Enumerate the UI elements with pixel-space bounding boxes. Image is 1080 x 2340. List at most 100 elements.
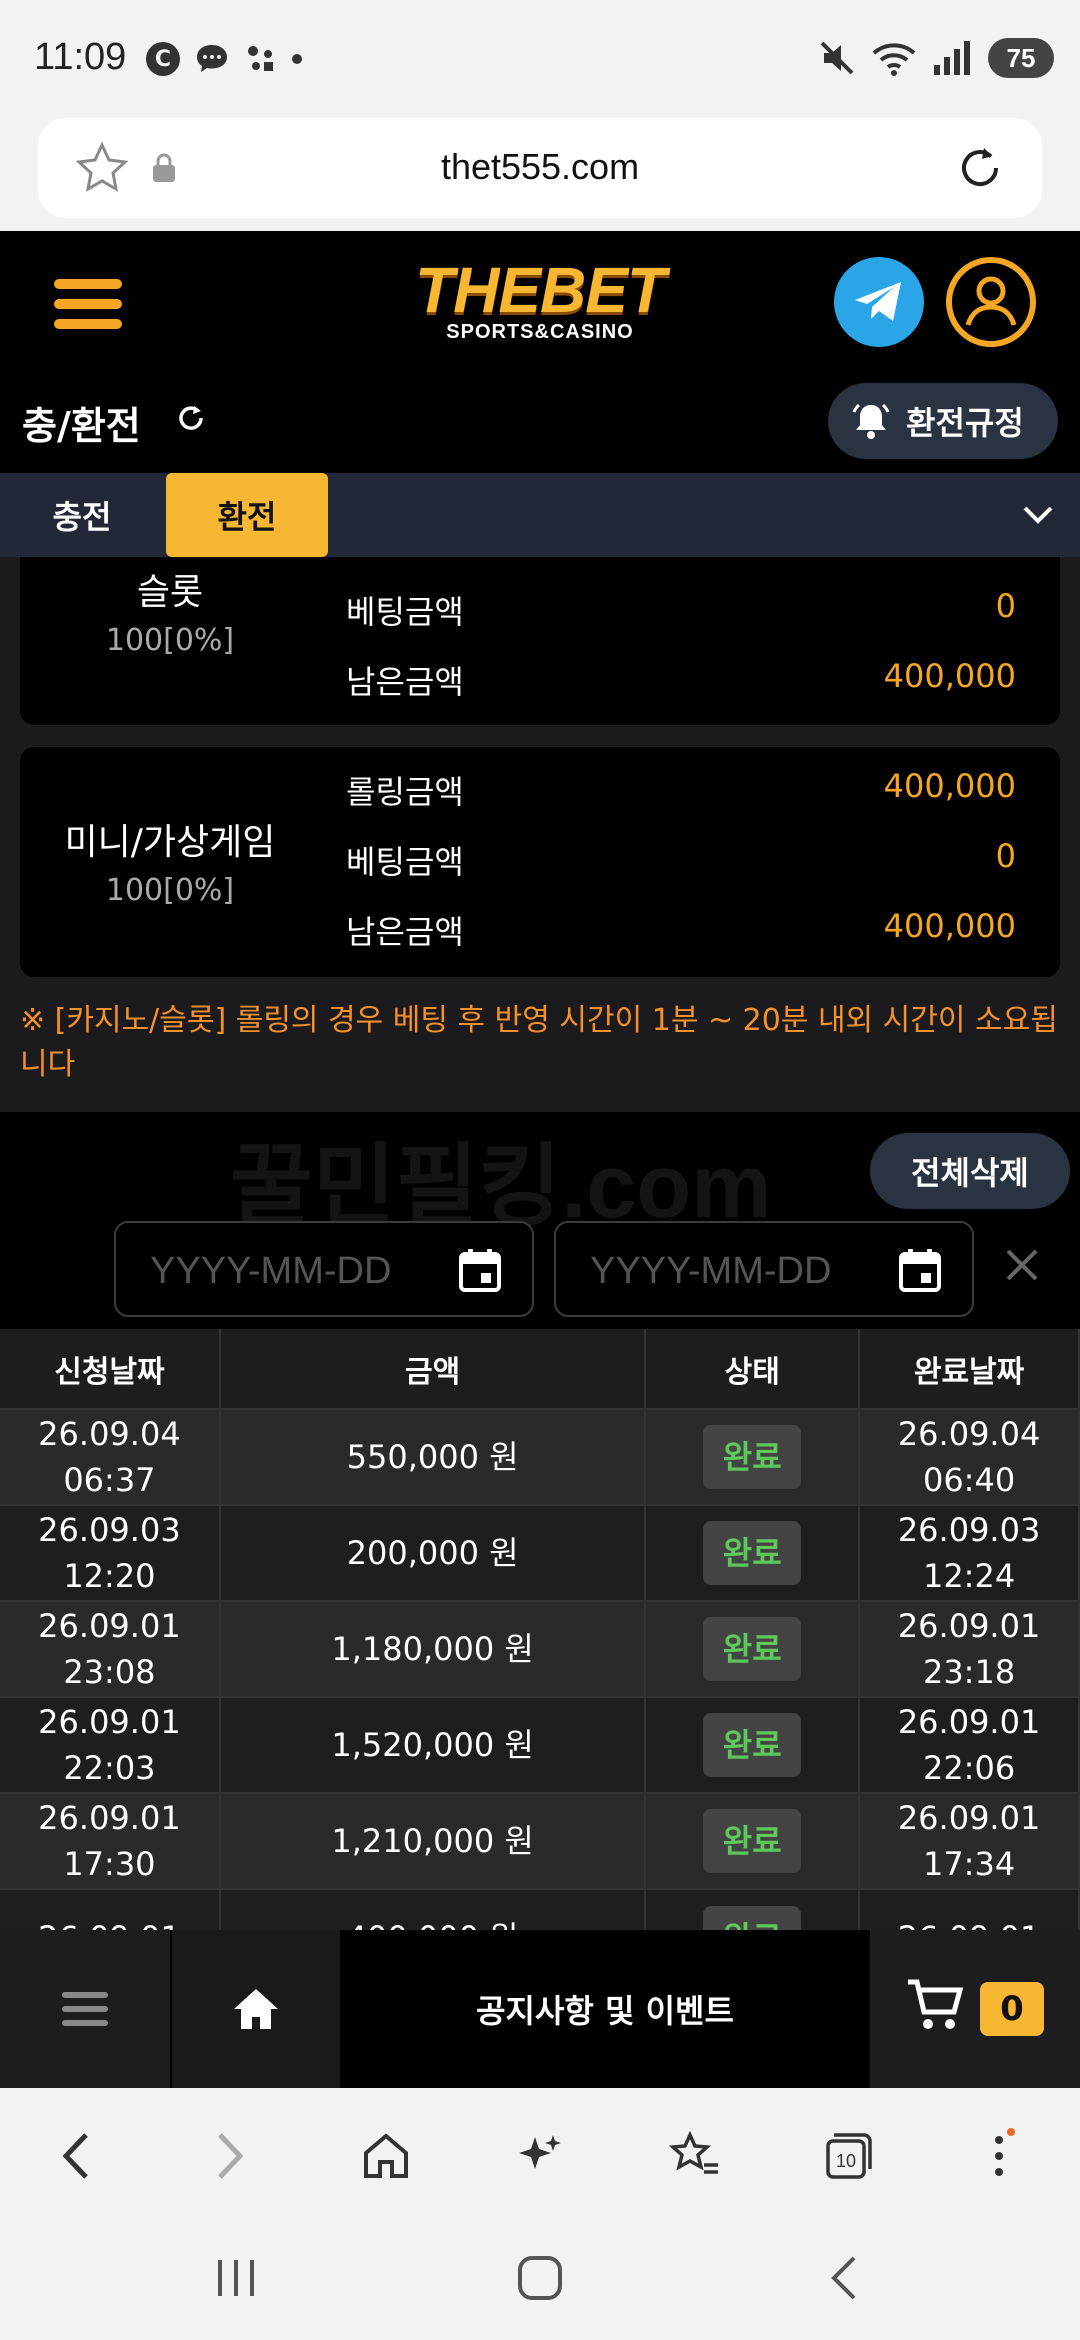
tab-count: 10: [836, 2151, 856, 2171]
address-bar[interactable]: thet555.com: [38, 118, 1042, 218]
reload-icon[interactable]: [954, 142, 1006, 194]
browser-nav-bar: 10: [0, 2088, 1080, 2214]
bookmarks-icon[interactable]: [662, 2124, 726, 2188]
table-row[interactable]: 26.09.01 22:03 1,520,000 원 완료 26.09.01 22:…: [0, 1696, 1080, 1793]
rolling-card-slot: 슬롯 100[0%] 베팅금액 0 남은금액 400,000: [20, 557, 1060, 725]
main-content[interactable]: 슬롯 100[0%] 베팅금액 0 남은금액 400,000 미니/가상게임 1…: [0, 557, 1080, 1930]
rolling-row-label: 남은금액: [346, 663, 464, 701]
status-bar: 11:09 C 75: [0, 0, 1080, 118]
done-date: 26.09.01: [897, 1607, 1041, 1645]
rolling-row-label: 롤링금액: [346, 773, 464, 811]
calendar-icon[interactable]: [458, 1247, 502, 1293]
status-cell: 완료: [645, 1600, 861, 1697]
status-cell: 완료: [645, 1408, 861, 1505]
request-date: 26.09.03: [38, 1511, 181, 1549]
status-badge: 완료: [703, 1425, 802, 1489]
request-date-cell: 26.09.01 23:08: [0, 1600, 221, 1697]
rolling-row-label: 베팅금액: [346, 843, 464, 881]
more-notifications-dot: [292, 54, 302, 64]
rolling-row-value: 400,000: [883, 907, 1016, 945]
request-date: 26.09.01: [38, 1703, 181, 1741]
done-time: 06:40: [922, 1461, 1016, 1499]
rolling-row-value: 0: [995, 587, 1016, 625]
table-row[interactable]: 26.09.04 06:37 550,000 원 완료 26.09.04 06:40: [0, 1408, 1080, 1505]
cart-count-badge: 0: [980, 1982, 1044, 2036]
table-row[interactable]: 26.09.01 17:30 1,210,000 원 완료 26.09.01 17:…: [0, 1792, 1080, 1889]
delete-all-button[interactable]: 전체삭제: [870, 1133, 1070, 1209]
date-from-input[interactable]: [150, 1247, 450, 1295]
telegram-icon[interactable]: [834, 257, 924, 347]
request-date-cell: 26.09.04 06:37: [0, 1408, 221, 1505]
bottom-home-button[interactable]: [172, 1930, 340, 2088]
table-row[interactable]: 26.09.01 23:08 1,180,000 원 완료 26.09.01 23:…: [0, 1600, 1080, 1697]
request-date: 26.09.01: [38, 1799, 181, 1837]
menu-icon: [62, 1992, 108, 2026]
home-nav-icon[interactable]: [354, 2124, 418, 2188]
rolling-game-name: 미니/가상게임: [64, 822, 276, 863]
hamburger-menu-icon[interactable]: [54, 279, 122, 329]
rolling-row: 베팅금액 0: [346, 837, 1026, 897]
request-date-cell: 26.09.01: [0, 1888, 221, 1931]
table-row[interactable]: 26.09.01 400,000 원 완료 26.09.01: [0, 1888, 1080, 1931]
notice-events-button[interactable]: 공지사항 및 이벤트: [340, 1930, 870, 2088]
clear-dates-icon[interactable]: [1000, 1243, 1044, 1287]
forward-icon[interactable]: [198, 2124, 262, 2188]
apps-icon: [248, 46, 273, 71]
date-to-input[interactable]: [590, 1247, 890, 1295]
tabs-icon[interactable]: 10: [816, 2124, 880, 2188]
table-row[interactable]: 26.09.03 12:20 200,000 원 완료 26.09.03 12:24: [0, 1504, 1080, 1601]
done-time: 23:18: [922, 1653, 1016, 1691]
date-from-field[interactable]: [114, 1221, 534, 1317]
column-header: 완료날짜: [859, 1329, 1080, 1409]
withdraw-rules-button[interactable]: 환전규정: [828, 383, 1058, 459]
tab-bar: 충전 환전: [0, 473, 1080, 557]
status-badge: 완료: [703, 1905, 802, 1930]
c-app-icon: C: [146, 42, 180, 76]
rolling-game-name: 슬롯: [136, 572, 204, 613]
request-time: 23:08: [63, 1653, 156, 1691]
back-icon[interactable]: [44, 2124, 108, 2188]
more-menu-icon[interactable]: [970, 2124, 1034, 2188]
rolling-row-label: 남은금액: [346, 913, 464, 951]
site-header: THEBET SPORTS&CASINO: [0, 231, 1080, 373]
bell-icon: [852, 403, 890, 439]
chevron-down-icon[interactable]: [1020, 499, 1056, 529]
done-date: 26.09.04: [897, 1415, 1041, 1453]
system-icons: 75: [818, 38, 1054, 78]
system-back-icon[interactable]: [826, 2254, 862, 2302]
user-profile-icon[interactable]: [946, 257, 1036, 347]
status-cell: 완료: [645, 1792, 861, 1889]
notification-icons: C: [146, 42, 302, 76]
bet-slip-button[interactable]: 0: [870, 1930, 1080, 2088]
home-button-icon[interactable]: [516, 2254, 564, 2302]
column-header: 금액: [219, 1329, 647, 1409]
calendar-icon[interactable]: [898, 1247, 942, 1293]
done-date: 26.09.01: [860, 1915, 1078, 1931]
date-to-field[interactable]: [554, 1221, 974, 1317]
amount-cell: 200,000 원: [219, 1504, 647, 1601]
rolling-card-mini: 미니/가상게임 100[0%] 롤링금액 400,000 베팅금액 0 남은금액…: [20, 747, 1060, 977]
request-time: 22:03: [63, 1749, 156, 1787]
rolling-row-value: 0: [995, 837, 1016, 875]
recent-apps-icon[interactable]: [214, 2258, 258, 2298]
request-date-cell: 26.09.01 22:03: [0, 1696, 221, 1793]
rolling-game-percent: 100[0%]: [105, 623, 235, 658]
rolling-row-value: 400,000: [883, 657, 1016, 695]
tab-withdraw[interactable]: 환전: [166, 473, 328, 557]
site-logo[interactable]: THEBET SPORTS&CASINO: [400, 253, 680, 363]
refresh-icon[interactable]: [174, 401, 208, 435]
rolling-row-value: 400,000: [883, 767, 1016, 805]
ai-sparkle-icon[interactable]: [508, 2124, 572, 2188]
request-date-cell: 26.09.01 17:30: [0, 1792, 221, 1889]
tab-deposit[interactable]: 충전: [0, 473, 164, 557]
done-date-cell: 26.09.01 22:06: [859, 1696, 1080, 1793]
request-date: 26.09.01: [0, 1915, 219, 1931]
page-title-row: 충/환전 환전규정: [0, 373, 1080, 473]
url-text[interactable]: thet555.com: [38, 146, 1042, 188]
bottom-menu-button[interactable]: [0, 1930, 170, 2088]
request-time: 06:37: [63, 1461, 156, 1499]
status-cell: 완료: [645, 1696, 861, 1793]
column-header: 신청날짜: [0, 1329, 221, 1409]
request-date: 26.09.04: [38, 1415, 181, 1453]
logo-main-text: THEBET: [415, 254, 666, 326]
